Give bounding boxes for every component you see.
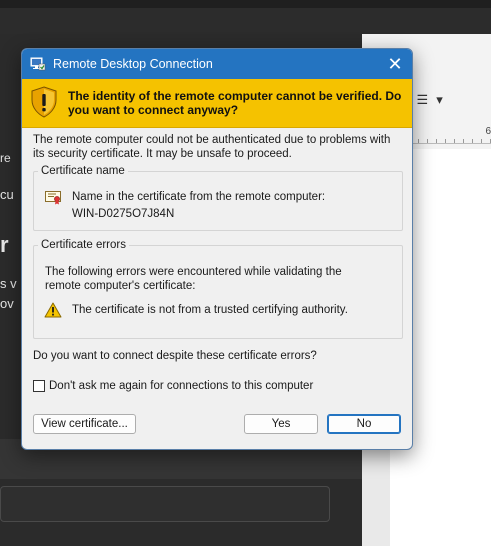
no-button[interactable]: No <box>327 414 401 434</box>
certificate-name-group: Certificate name Name in the certificate… <box>33 165 403 231</box>
background-heading-fragment: r <box>0 232 9 257</box>
dialog-titlebar[interactable]: Remote Desktop Connection ✕ <box>22 49 412 79</box>
certificate-name-legend: Certificate name <box>41 165 125 177</box>
background-window-header <box>0 8 491 34</box>
intro-text: The remote computer could not be authent… <box>33 134 391 160</box>
certificate-icon <box>45 191 61 205</box>
background-text-fragment: ov <box>0 296 14 311</box>
warning-triangle-icon <box>44 302 62 318</box>
background-input-box <box>0 486 330 522</box>
rdp-certificate-dialog: Remote Desktop Connection ✕ The identity… <box>21 48 413 450</box>
certificate-error-item: The certificate is not from a trusted ce… <box>72 304 348 316</box>
view-certificate-button[interactable]: View certificate... <box>33 414 136 434</box>
background-text-fragment: s v <box>0 276 17 291</box>
dont-ask-again-label: Don't ask me again for connections to th… <box>49 380 314 392</box>
yes-button[interactable]: Yes <box>244 414 318 434</box>
background-text-fragment: cu <box>0 187 14 202</box>
connect-question: Do you want to connect despite these cer… <box>33 350 317 362</box>
security-shield-warning-icon <box>30 86 58 118</box>
certificate-errors-description: The following errors were encountered wh… <box>45 266 342 292</box>
remote-desktop-icon <box>30 56 46 72</box>
dont-ask-again-checkbox[interactable] <box>33 380 45 392</box>
close-button[interactable]: ✕ <box>378 49 412 79</box>
certificate-name-value: WIN-D0275O7J84N <box>72 208 175 220</box>
close-icon: ✕ <box>387 53 403 74</box>
dont-ask-again-option[interactable]: Don't ask me again for connections to th… <box>33 380 313 392</box>
dialog-title: Remote Desktop Connection <box>53 57 213 71</box>
background-text-fragment: re <box>0 151 11 165</box>
background-taskbar-strip <box>0 0 491 8</box>
dropdown-arrow-icon: ▾ <box>436 92 443 107</box>
certificate-name-label: Name in the certificate from the remote … <box>72 191 326 203</box>
certificate-errors-group: Certificate errors The following errors … <box>33 239 403 339</box>
certificate-errors-legend: Certificate errors <box>41 239 126 251</box>
ruler-number: 6 <box>485 126 491 137</box>
list-icon: ☰ <box>416 92 429 107</box>
warning-banner: The identity of the remote computer cann… <box>22 79 412 128</box>
warning-heading: The identity of the remote computer cann… <box>68 89 402 117</box>
